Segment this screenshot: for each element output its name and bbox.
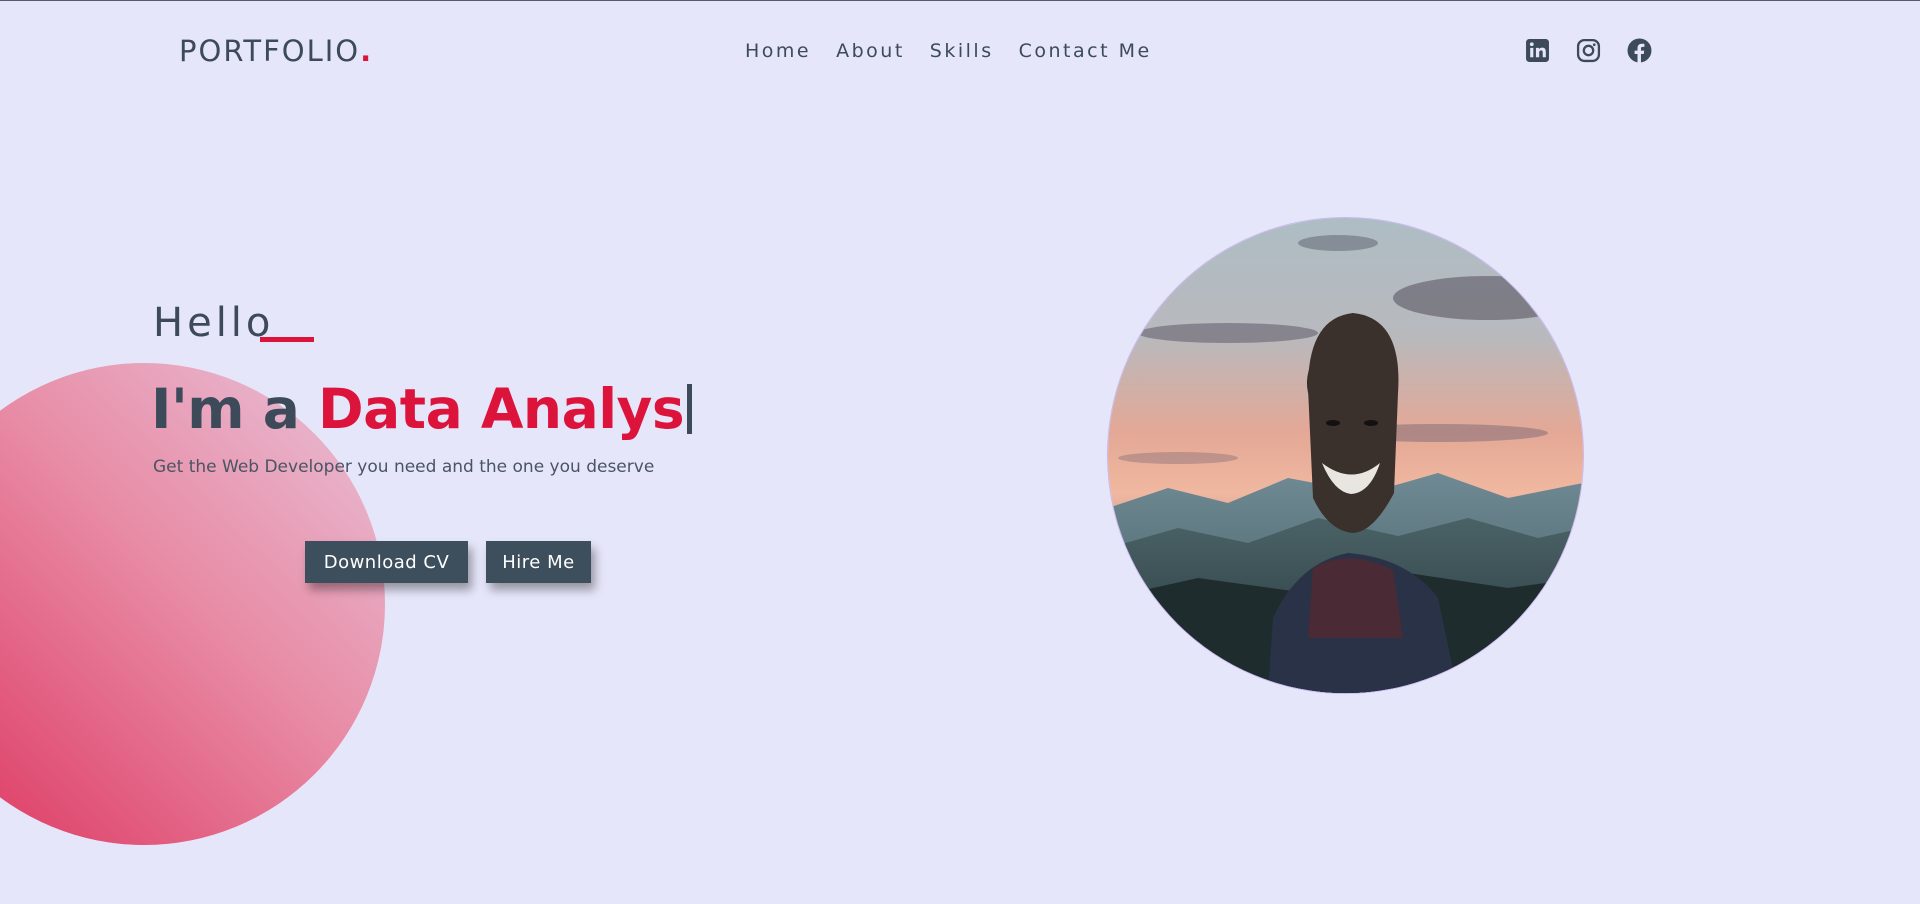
logo[interactable]: PORTFOLIO. — [179, 34, 373, 68]
typing-cursor — [687, 384, 693, 434]
portfolio-page: PORTFOLIO. Home About Skills Contact Me … — [0, 0, 1920, 904]
hello-underline — [260, 337, 314, 342]
hello-text: Hello — [153, 300, 275, 346]
logo-text: PORTFOLIO — [179, 34, 361, 68]
hero-subtitle: Get the Web Developer you need and the o… — [153, 457, 655, 477]
profile-photo — [1107, 217, 1584, 694]
logo-dot: . — [360, 34, 374, 68]
hire-me-button[interactable]: Hire Me — [486, 541, 591, 583]
headline: I'm a Data Analys — [151, 377, 693, 441]
headline-role: Data Analys — [318, 377, 685, 441]
download-cv-button[interactable]: Download CV — [305, 541, 468, 583]
linkedin-icon[interactable] — [1525, 38, 1550, 63]
headline-prefix: I'm a — [151, 377, 319, 441]
main-nav: Home About Skills Contact Me — [745, 40, 1177, 62]
social-links — [1525, 38, 1652, 63]
top-border — [0, 0, 1920, 1]
nav-about[interactable]: About — [836, 40, 905, 62]
facebook-icon[interactable] — [1627, 38, 1652, 63]
nav-contact[interactable]: Contact Me — [1019, 40, 1152, 62]
instagram-icon[interactable] — [1576, 38, 1601, 63]
nav-home[interactable]: Home — [745, 40, 811, 62]
nav-skills[interactable]: Skills — [930, 40, 994, 62]
